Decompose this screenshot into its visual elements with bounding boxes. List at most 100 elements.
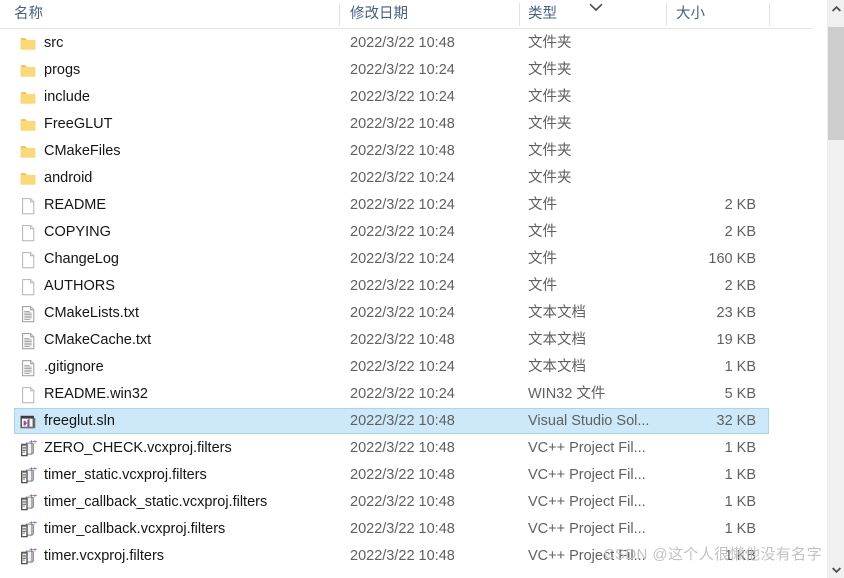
cell-name: README [44, 197, 107, 213]
file-list-row[interactable]: README 2022/3/22 10:24 文件 2 KB [0, 192, 812, 219]
vertical-scrollbar[interactable] [827, 0, 844, 578]
cell-date: 2022/3/22 10:24 [350, 359, 455, 375]
cell-name: progs [44, 62, 81, 78]
file-list-row[interactable]: ChangeLog 2022/3/22 10:24 文件 160 KB [0, 246, 812, 273]
cell-type: 文件夹 [528, 62, 572, 78]
cell-type: VC++ Project Fil... [528, 494, 646, 510]
cell-date: 2022/3/22 10:48 [350, 35, 455, 51]
file-list-row[interactable]: AUTHORS 2022/3/22 10:24 文件 2 KB [0, 273, 812, 300]
file-list-row[interactable]: COPYING 2022/3/22 10:24 文件 2 KB [0, 219, 812, 246]
file-list-row[interactable]: + + ZERO_CHECK.vcxproj.filters 2022/3/22 10… [0, 435, 812, 462]
cell-size [666, 138, 756, 165]
cell-date: 2022/3/22 10:48 [350, 143, 455, 159]
file-list-row[interactable]: FreeGLUT 2022/3/22 10:48 文件夹 [0, 111, 812, 138]
cell-name: timer.vcxproj.filters [44, 548, 165, 564]
column-resize-handle-1[interactable] [519, 3, 520, 26]
cell-type: 文本文档 [528, 332, 586, 348]
vcxproj-filters-icon: + + [19, 548, 37, 566]
cell-type: 文件 [528, 278, 557, 294]
file-list-row[interactable]: .gitignore 2022/3/22 10:24 文本文档 1 KB [0, 354, 812, 381]
file-list-row[interactable]: progs 2022/3/22 10:24 文件夹 [0, 57, 812, 84]
cell-size: 1 KB [724, 440, 756, 456]
column-resize-handle-0[interactable] [339, 3, 340, 26]
cell-name: FreeGLUT [44, 116, 113, 132]
cell-date: 2022/3/22 10:24 [350, 278, 455, 294]
file-list-row[interactable]: + + timer_static.vcxproj.filters 2022/3/22 … [0, 462, 812, 489]
cell-size: 160 KB [708, 251, 756, 267]
visual-studio-solution-icon [19, 413, 37, 431]
cell-date: 2022/3/22 10:24 [350, 62, 455, 78]
cell-name: include [44, 89, 90, 105]
folder-icon [19, 89, 37, 107]
cell-size: 1 KB [724, 494, 756, 510]
file-list-row[interactable]: + + timer_callback.vcxproj.filters 2022/3/2… [0, 516, 812, 543]
cell-date: 2022/3/22 10:24 [350, 305, 455, 321]
cell-size [666, 57, 756, 84]
cell-size: 1 KB [724, 359, 756, 375]
cell-type: VC++ Project Fil... [528, 467, 646, 483]
column-header-size[interactable]: 大小 [676, 0, 766, 29]
cell-type: 文件 [528, 224, 557, 240]
file-list-row[interactable]: CMakeFiles 2022/3/22 10:48 文件夹 [0, 138, 812, 165]
file-list-row[interactable]: + + timer_callback_static.vcxproj.filters 2… [0, 489, 812, 516]
blank-file-icon [19, 251, 37, 269]
cell-date: 2022/3/22 10:24 [350, 170, 455, 186]
vcxproj-filters-icon: + + [19, 494, 37, 512]
column-header-label: 类型 [528, 6, 557, 22]
column-resize-handle-3[interactable] [769, 3, 770, 26]
cell-date: 2022/3/22 10:48 [350, 548, 455, 564]
cell-size [666, 165, 756, 192]
cell-type: VC++ Project Fil... [528, 521, 646, 537]
cell-size: 2 KB [724, 278, 756, 294]
cell-date: 2022/3/22 10:48 [350, 467, 455, 483]
cell-type: 文件夹 [528, 116, 572, 132]
cell-size: 23 KB [716, 305, 757, 321]
folder-icon [19, 143, 37, 161]
blank-file-icon [19, 386, 37, 404]
cell-name: CMakeFiles [44, 143, 121, 159]
cell-name: CMakeLists.txt [44, 305, 140, 321]
vcxproj-filters-icon: + + [19, 440, 37, 458]
cell-type: VC++ Project Fil... [528, 440, 646, 456]
text-document-icon [19, 332, 37, 350]
column-header-name[interactable]: 名称 [14, 0, 334, 29]
folder-icon [19, 35, 37, 53]
file-list-row[interactable]: CMakeLists.txt 2022/3/22 10:24 文本文档 23 KB [0, 300, 812, 327]
column-header-date[interactable]: 修改日期 [350, 0, 515, 29]
cell-name: AUTHORS [44, 278, 115, 294]
chevron-up-icon[interactable] [828, 0, 844, 17]
cell-name: ZERO_CHECK.vcxproj.filters [44, 440, 232, 456]
cell-date: 2022/3/22 10:24 [350, 197, 455, 213]
file-list-row[interactable]: android 2022/3/22 10:24 文件夹 [0, 165, 812, 192]
chevron-down-icon[interactable] [828, 561, 844, 578]
vcxproj-filters-icon: + + [19, 467, 37, 485]
cell-name: .gitignore [44, 359, 104, 375]
cell-type: 文件夹 [528, 35, 572, 51]
cell-name: README.win32 [44, 386, 148, 402]
cell-size: 2 KB [724, 197, 756, 213]
svg-text:+: + [32, 548, 37, 554]
file-list-row[interactable]: include 2022/3/22 10:24 文件夹 [0, 84, 812, 111]
cell-name: CMakeCache.txt [44, 332, 152, 348]
cell-size: 2 KB [724, 224, 756, 240]
file-list-row[interactable]: src 2022/3/22 10:48 文件夹 [0, 30, 812, 57]
chevron-down-icon[interactable] [589, 2, 603, 12]
svg-text:+: + [32, 467, 37, 473]
file-list-row[interactable]: README.win32 2022/3/22 10:24 WIN32 文件 5 KB [0, 381, 812, 408]
blank-file-icon [19, 197, 37, 215]
file-list-row[interactable]: freeglut.sln 2022/3/22 10:48 Visual Studio… [0, 408, 812, 435]
cell-size: 1 KB [724, 521, 756, 537]
text-document-icon [19, 305, 37, 323]
scrollbar-thumb[interactable] [828, 27, 844, 140]
cell-type: 文件夹 [528, 143, 572, 159]
file-list-row[interactable]: CMakeCache.txt 2022/3/22 10:48 文本文档 19 KB [0, 327, 812, 354]
cell-type: 文件 [528, 197, 557, 213]
cell-date: 2022/3/22 10:48 [350, 332, 455, 348]
cell-size: 32 KB [716, 413, 757, 429]
file-list[interactable]: src 2022/3/22 10:48 文件夹 progs 2022/3/22 10:2… [0, 30, 812, 578]
column-resize-handle-2[interactable] [666, 3, 667, 26]
cell-type: 文本文档 [528, 359, 586, 375]
cell-size [666, 30, 756, 57]
file-list-row[interactable]: + + timer.vcxproj.filters 2022/3/22 10:48 VC… [0, 543, 812, 570]
cell-name: COPYING [44, 224, 111, 240]
